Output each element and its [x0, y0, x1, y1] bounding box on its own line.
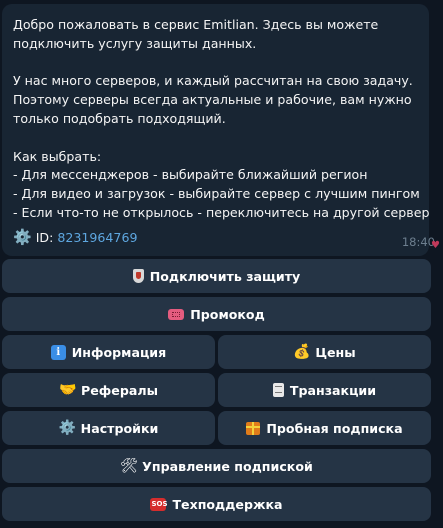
user-id-value[interactable]: 8231964769 [57, 230, 137, 245]
message-line: Как выбрать: [13, 148, 102, 164]
promo-code-button[interactable]: Промокод [2, 297, 431, 331]
message-line: Поэтому серверы всегда актуальные и рабо… [13, 92, 412, 108]
support-button[interactable]: SOS Техподдержка [2, 487, 431, 521]
button-label: Настройки [80, 420, 159, 436]
info-icon: i [50, 344, 66, 360]
button-label: Техподдержка [172, 496, 283, 512]
button-label: Транзакции [289, 382, 377, 398]
receipt-icon [272, 383, 284, 397]
settings-button[interactable]: ⚙️ Настройки [2, 411, 215, 445]
gear-icon: ⚙️ [13, 228, 32, 246]
handshake-icon: 🤝 [59, 382, 77, 398]
message-bubble: Добро пожаловать в сервис Emitlian. Здес… [2, 4, 429, 256]
shield-icon [132, 269, 144, 283]
message-line: - Для мессенджеров - выбирайте ближайший… [13, 167, 368, 183]
message-line: только подобрать подходящий. [13, 110, 226, 126]
button-label: Промокод [190, 306, 265, 322]
message-line: подключить услугу защиты данных. [13, 35, 257, 51]
manage-subscription-button[interactable]: 🛠 Управление подпиской [2, 449, 431, 483]
sos-icon: SOS [150, 497, 168, 511]
button-label: Рефералы [81, 382, 158, 398]
id-label: ID: [35, 229, 54, 245]
message-line: - Для видео и загрузок - выбирайте серве… [13, 186, 420, 202]
prices-button[interactable]: 💰 Цены [218, 335, 431, 369]
trial-subscription-button[interactable]: Пробная подписка [218, 411, 431, 445]
button-label: Информация [71, 344, 167, 360]
button-label: Пробная подписка [266, 420, 403, 436]
transactions-button[interactable]: Транзакции [218, 373, 431, 407]
heart-icon: ♥ [431, 240, 440, 251]
message-line: Добро пожаловать в сервис Emitlian. Здес… [13, 17, 379, 32]
info-button[interactable]: i Информация [2, 335, 215, 369]
button-label: Управление подпиской [142, 458, 313, 474]
gift-icon [246, 421, 261, 435]
ticket-icon [168, 308, 185, 320]
message-line: - Если что-то не открылось - переключите… [13, 204, 430, 220]
button-label: Подключить защиту [149, 268, 301, 284]
button-label: Цены [315, 344, 356, 360]
gear-icon: ⚙️ [58, 420, 77, 436]
tools-icon: 🛠 [120, 458, 138, 474]
message-line: У нас много серверов, и каждый рассчитан… [13, 73, 413, 89]
user-id-row: ⚙️ ID: 8231964769 [13, 228, 137, 246]
connect-protection-button[interactable]: Подключить защиту [2, 259, 431, 293]
money-bag-icon: 💰 [293, 344, 311, 360]
referrals-button[interactable]: 🤝 Рефералы [2, 373, 215, 407]
